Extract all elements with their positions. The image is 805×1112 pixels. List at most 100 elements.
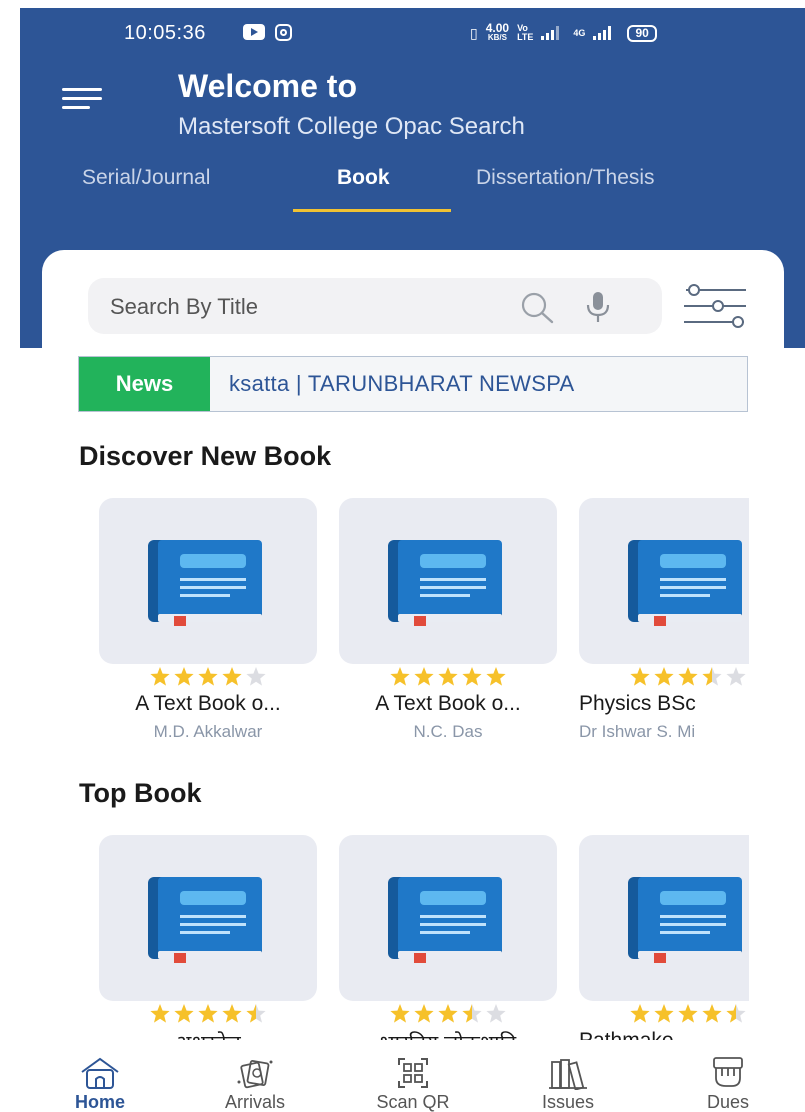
book-author: Dr Ishwar S. Mi	[579, 722, 696, 741]
nav-dues[interactable]: Dues	[663, 1040, 793, 1112]
active-tab-indicator	[293, 209, 451, 212]
mic-icon[interactable]	[584, 290, 612, 324]
discover-section-title: Discover New Book	[79, 441, 332, 471]
book-cover	[579, 498, 749, 664]
nav-arrivals[interactable]: Arrivals	[190, 1040, 320, 1112]
qr-icon	[398, 1058, 428, 1088]
star-icon	[174, 667, 194, 686]
rating-stars	[579, 1003, 749, 1025]
news-ticker[interactable]: News ksatta | TARUNBHARAT NEWSPA	[78, 356, 748, 412]
discover-book-list: A Text Book o... M.D. Akkalwar A Text Bo…	[99, 498, 749, 768]
nav-issues[interactable]: Issues	[503, 1040, 633, 1112]
book-icon	[628, 877, 742, 963]
star-icon	[486, 667, 506, 686]
star-icon	[438, 1004, 458, 1023]
network-speed-unit: KB/S	[487, 33, 507, 42]
nav-arrivals-label: Arrivals	[224, 1092, 285, 1112]
notification-icons	[243, 24, 292, 41]
book-card[interactable]: Pathmake	[579, 835, 749, 1040]
star-icon	[630, 1004, 650, 1023]
star-icon	[462, 667, 482, 686]
nav-home-label: Home	[74, 1092, 125, 1112]
star-icon	[462, 1004, 482, 1023]
star-icon	[726, 667, 746, 686]
news-text[interactable]: ksatta | TARUNBHARAT NEWSPA	[229, 371, 575, 397]
battery-icon: 90	[627, 24, 657, 42]
star-icon	[198, 1004, 218, 1023]
status-time: 10:05:36	[124, 22, 206, 44]
star-icon	[222, 667, 242, 686]
rating-stars	[579, 666, 749, 688]
star-icon	[390, 667, 410, 686]
book-title: अक्षरवेल	[99, 1029, 317, 1040]
book-title: Pathmake	[579, 1029, 749, 1040]
news-label: News	[79, 357, 210, 411]
star-icon	[678, 667, 698, 686]
star-icon	[678, 1004, 698, 1023]
search-input[interactable]	[110, 294, 490, 320]
star-icon	[702, 667, 722, 686]
star-icon	[702, 1004, 722, 1023]
book-cover	[99, 835, 317, 1001]
star-icon	[414, 667, 434, 686]
book-title: भारतिय लोकशाहि	[339, 1029, 557, 1040]
book-cover	[579, 835, 749, 1001]
book-card[interactable]: भारतिय लोकशाहि	[339, 835, 557, 1040]
filter-icon[interactable]	[682, 283, 748, 331]
star-icon	[654, 667, 674, 686]
page-margin	[0, 0, 20, 1112]
dues-icon	[713, 1057, 743, 1087]
bottom-navigation: Home Arrivals Scan QR Issues Dues	[0, 1040, 805, 1112]
college-name: Mastersoft College Opac Search	[178, 113, 525, 140]
star-icon	[198, 667, 218, 686]
book-card[interactable]: अक्षरवेल	[99, 835, 317, 1040]
book-icon	[148, 877, 262, 963]
welcome-title: Welcome to	[178, 68, 357, 104]
youtube-icon	[243, 24, 265, 40]
star-icon	[486, 1004, 506, 1023]
book-icon	[388, 877, 502, 963]
signal-icon-2	[593, 26, 612, 40]
star-icon	[246, 1004, 266, 1023]
book-icon	[628, 540, 742, 626]
star-icon	[222, 1004, 242, 1023]
nav-issues-label: Issues	[541, 1092, 595, 1112]
book-title: A Text Book o...	[375, 692, 521, 715]
book-card[interactable]: A Text Book o... M.D. Akkalwar	[99, 498, 317, 742]
rating-stars	[339, 1003, 557, 1025]
star-icon	[150, 667, 170, 686]
menu-icon[interactable]	[62, 88, 102, 110]
star-icon	[438, 667, 458, 686]
rating-stars	[99, 666, 317, 688]
star-icon	[246, 667, 266, 686]
search-bar	[88, 278, 662, 334]
top-book-section-title: Top Book	[79, 778, 202, 808]
star-icon	[174, 1004, 194, 1023]
top-book-list: अक्षरवेल भारतिय लोकशाहि Pathmake	[99, 835, 749, 1040]
book-author: N.C. Das	[413, 722, 483, 741]
books-icon	[549, 1059, 587, 1090]
search-icon[interactable]	[518, 290, 558, 324]
tab-book[interactable]: Book	[337, 166, 390, 190]
vibrate-icon: ▯	[470, 24, 478, 41]
home-icon	[81, 1057, 119, 1089]
star-icon	[630, 667, 650, 686]
rating-stars	[339, 666, 557, 688]
book-card[interactable]: Physics BSc Dr Ishwar S. Mi	[579, 498, 749, 742]
book-author: M.D. Akkalwar	[153, 722, 263, 741]
book-cover	[339, 835, 557, 1001]
arrivals-icon	[237, 1060, 273, 1089]
book-card[interactable]: A Text Book o... N.C. Das	[339, 498, 557, 742]
tab-dissertation-thesis[interactable]: Dissertation/Thesis	[476, 166, 655, 190]
nav-dues-label: Dues	[706, 1092, 750, 1112]
volte-icon: Vo LTE	[517, 23, 534, 42]
book-title: A Text Book o...	[135, 692, 281, 715]
tab-serial-journal[interactable]: Serial/Journal	[82, 166, 210, 190]
network-speed-value: 4.00	[485, 21, 510, 35]
nav-home[interactable]: Home	[35, 1040, 165, 1112]
network-speed: 4.00 KB/S	[485, 21, 510, 42]
star-icon	[390, 1004, 410, 1023]
star-icon	[150, 1004, 170, 1023]
star-icon	[414, 1004, 434, 1023]
nav-scan-qr[interactable]: Scan QR	[348, 1040, 478, 1112]
